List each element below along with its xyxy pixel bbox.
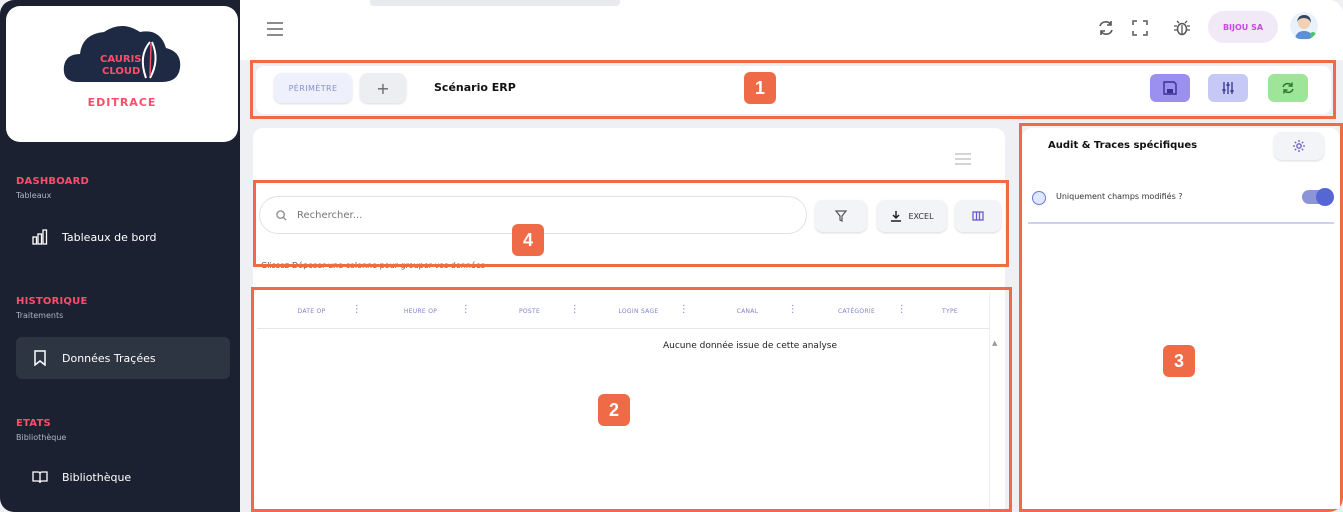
sync-icon	[1282, 82, 1294, 94]
column-label: POSTE	[518, 307, 541, 315]
top-tab-shade	[370, 0, 620, 6]
search-toolbar: EXCEL	[259, 194, 1001, 236]
column-header-heure-op[interactable]: HEURE OP ⋮	[366, 293, 475, 329]
column-menu-icon[interactable]: ⋮	[461, 305, 471, 315]
bug-icon[interactable]	[1172, 18, 1192, 38]
refresh-data-button[interactable]	[1268, 74, 1308, 102]
option-label: Uniquement champs modifiés ?	[1056, 192, 1183, 201]
bookmark-icon	[32, 350, 48, 366]
annotation-badge-2: 2	[598, 394, 630, 426]
save-icon	[1163, 81, 1177, 95]
filter-button[interactable]	[815, 200, 867, 232]
section-dashboard: DASHBOARD Tableaux	[16, 176, 89, 200]
section-etats: ETATS Bibliothèque	[16, 418, 66, 442]
sidebar-item-label: Tableaux de bord	[62, 230, 157, 244]
excel-label: EXCEL	[908, 211, 934, 221]
column-header-type[interactable]: TYPE	[911, 293, 989, 329]
add-button[interactable]: +	[360, 73, 406, 103]
data-panel: EXCEL Glissez-Déposer une colonne pour g…	[253, 128, 1005, 512]
app-window: CAURIS CLOUD EDITRACE DASHBOARD Tableaux…	[0, 0, 1343, 512]
column-menu-icon[interactable]: ⋮	[788, 305, 798, 315]
sidebar-item-tableaux-de-bord[interactable]: Tableaux de bord	[16, 216, 230, 258]
columns-button[interactable]	[955, 200, 1001, 232]
column-menu-icon[interactable]: ⋮	[679, 305, 689, 315]
section-subtitle: Bibliothèque	[16, 433, 67, 442]
scenario-toolbar: PÉRIMÈTRE + Scénario ERP	[256, 66, 1331, 114]
column-header-categorie[interactable]: CATÉGORIE ⋮	[802, 293, 911, 329]
annotation-badge-4: 4	[512, 224, 544, 256]
column-header-poste[interactable]: POSTE ⋮	[475, 293, 584, 329]
panel-divider	[1028, 222, 1334, 224]
perimetre-button[interactable]: PÉRIMÈTRE	[274, 73, 352, 103]
sliders-icon	[1222, 82, 1234, 94]
excel-export-button[interactable]: EXCEL	[877, 200, 947, 232]
bar-chart-icon	[32, 229, 48, 245]
scroll-up-arrow-icon[interactable]: ▲	[992, 339, 997, 347]
settings-sliders-button[interactable]	[1208, 74, 1248, 102]
column-header-canal[interactable]: CANAL ⋮	[693, 293, 802, 329]
columns-icon	[972, 211, 984, 221]
sidebar-item-bibliotheque[interactable]: Bibliothèque	[16, 456, 230, 498]
panel-menu-icon[interactable]	[955, 152, 971, 166]
column-menu-icon[interactable]: ⋮	[570, 305, 580, 315]
svg-text:CLOUD: CLOUD	[102, 66, 140, 77]
save-button[interactable]	[1150, 74, 1190, 102]
hamburger-menu-icon[interactable]	[266, 20, 284, 38]
column-menu-icon[interactable]: ⋮	[897, 305, 907, 315]
audit-panel: Audit & Traces spécifiques Uniquement ch…	[1022, 128, 1340, 512]
svg-text:CAURIS: CAURIS	[100, 54, 142, 65]
open-book-icon	[32, 469, 48, 485]
section-title: ETATS	[16, 418, 51, 429]
user-company-button[interactable]: BIJOU SA	[1208, 11, 1278, 43]
audit-settings-button[interactable]	[1274, 132, 1324, 160]
gear-icon	[1293, 140, 1305, 152]
column-label: CANAL	[736, 307, 759, 315]
column-menu-icon[interactable]: ⋮	[352, 305, 362, 315]
modified-fields-option: Uniquement champs modifiés ?	[1032, 188, 1334, 212]
section-historique: HISTORIQUE Traitements	[16, 296, 88, 320]
cauris-cloud-logo: CAURIS CLOUD EDITRACE	[63, 26, 181, 109]
grid-header: DATE OP ⋮ HEURE OP ⋮ POSTE ⋮ LOGIN SAGE ⋮ CA…	[257, 293, 989, 329]
section-title: HISTORIQUE	[16, 296, 88, 307]
audit-panel-title: Audit & Traces spécifiques	[1048, 140, 1198, 151]
avatar[interactable]	[1290, 12, 1318, 40]
column-header-date-op[interactable]: DATE OP ⋮	[257, 293, 366, 329]
sidebar: CAURIS CLOUD EDITRACE DASHBOARD Tableaux…	[0, 0, 240, 512]
group-drop-hint: Glissez-Déposer une colonne pour grouper…	[261, 261, 485, 270]
column-label: TYPE	[942, 307, 958, 315]
filter-icon	[835, 210, 847, 222]
annotation-badge-3: 3	[1163, 345, 1195, 377]
sidebar-item-label: Données Traçées	[62, 351, 156, 365]
sidebar-item-label: Bibliothèque	[62, 470, 132, 484]
section-subtitle: Traitements	[16, 311, 64, 320]
column-header-login-sage[interactable]: LOGIN SAGE ⋮	[584, 293, 693, 329]
sidebar-item-donnees-tracees[interactable]: Données Traçées	[16, 337, 230, 379]
column-label: DATE OP	[297, 307, 326, 315]
logo-card: CAURIS CLOUD EDITRACE	[6, 6, 238, 142]
fullscreen-icon[interactable]	[1130, 18, 1150, 38]
column-label: HEURE OP	[403, 307, 438, 315]
scenario-title: Scénario ERP	[434, 81, 516, 94]
toggle-knob	[1316, 188, 1334, 206]
annotation-badge-1: 1	[744, 72, 776, 104]
refresh-icon[interactable]	[1096, 18, 1116, 38]
section-title: DASHBOARD	[16, 176, 90, 187]
column-label: CATÉGORIE	[837, 307, 876, 315]
grid-scrollbar[interactable]	[989, 293, 1001, 512]
top-bar: BIJOU SA	[240, 0, 1343, 60]
search-icon	[276, 209, 287, 221]
section-subtitle: Tableaux	[16, 191, 52, 200]
svg-text:EDITRACE: EDITRACE	[88, 96, 157, 109]
modified-fields-radio[interactable]	[1032, 191, 1046, 205]
search-input[interactable]	[297, 209, 597, 221]
empty-message: Aucune donnée issue de cette analyse	[663, 341, 837, 351]
column-label: LOGIN SAGE	[618, 307, 659, 315]
modified-fields-toggle[interactable]	[1302, 188, 1334, 206]
download-icon	[891, 211, 902, 222]
